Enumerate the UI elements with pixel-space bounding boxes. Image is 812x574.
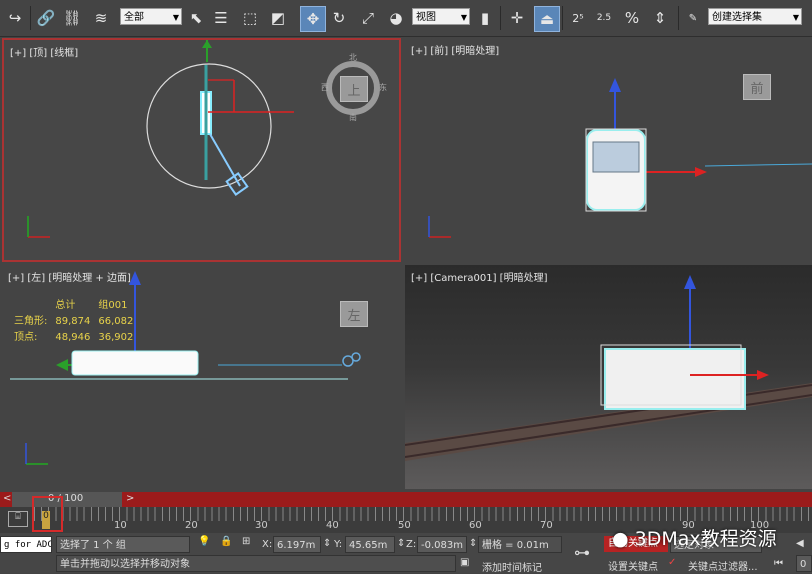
named-selection-value: 创建选择集	[712, 12, 762, 23]
top-view-scene	[27, 40, 380, 238]
y-spinner-icon[interactable]: ⇕	[397, 538, 405, 549]
redo-icon[interactable]: ↪	[4, 6, 26, 30]
tick-label: 20	[185, 520, 198, 531]
compass-north: 北	[349, 53, 357, 62]
selection-status: 选择了 1 个 组	[56, 536, 190, 553]
selection-filter-dropdown[interactable]: 全部 ▼	[120, 8, 182, 25]
reference-coord-dropdown[interactable]: 视图 ▼	[412, 8, 470, 25]
snaps-toggle-icon[interactable]: 2⁵	[566, 6, 590, 30]
frame-ruler[interactable]	[34, 507, 812, 521]
viewcube-front[interactable]: 前	[743, 74, 771, 100]
time-tag-icon[interactable]: ▣	[460, 557, 469, 568]
set-key-button[interactable]: 设置关键点	[608, 558, 658, 573]
select-object-icon[interactable]: ⬉	[186, 6, 206, 30]
grid-size: 栅格 = 0.01m	[478, 536, 562, 553]
go-to-start-icon[interactable]: ⏮	[774, 558, 783, 569]
rectangle-region-icon[interactable]: ⬚	[238, 6, 262, 30]
chevron-down-icon: ▼	[792, 13, 799, 22]
chevron-down-icon: ▼	[460, 13, 467, 22]
viewcube-left[interactable]: 左	[340, 301, 368, 327]
viewport-top[interactable]: [+] [顶] [线框] 上 北 西 东 南	[2, 38, 401, 262]
select-and-move-icon[interactable]: ✥	[300, 6, 326, 32]
viewport-front[interactable]: [+] [前] [明暗处理] 前	[405, 38, 812, 262]
add-time-tag[interactable]: 添加时间标记	[482, 559, 542, 574]
current-frame-field[interactable]: 0	[796, 555, 812, 572]
prev-key-icon[interactable]: ◀	[796, 538, 804, 549]
select-by-name-icon[interactable]: ☰	[210, 6, 232, 30]
selection-filter-value: 全部	[124, 12, 144, 23]
maxscript-listener[interactable]: g for ADC	[0, 536, 52, 553]
prev-frame-icon[interactable]: <	[3, 493, 11, 504]
z-spinner-icon[interactable]: ⇕	[469, 538, 477, 549]
tick-label: 50	[398, 520, 411, 531]
left-view-scene	[10, 271, 361, 465]
link-icon[interactable]: 🔗	[34, 6, 58, 30]
tick-label: 40	[326, 520, 339, 531]
x-label: X:	[262, 539, 273, 550]
tick-label: 30	[255, 520, 268, 531]
x-coordinate-field[interactable]: 6.197m	[273, 536, 321, 553]
front-view-scene	[428, 78, 812, 238]
check-icon: ✓	[668, 557, 677, 568]
absolute-mode-icon[interactable]: ⊞	[242, 536, 250, 547]
time-slider[interactable]: < 0 / 100 >	[0, 492, 812, 507]
select-and-rotate-icon[interactable]: ↻	[328, 6, 350, 30]
viewport-left[interactable]: [+] [左] [明暗处理 + 边面] 总计 组001 三角形: 89,874 66,…	[2, 265, 401, 489]
mini-curve-editor-icon[interactable]: ⌸	[8, 511, 28, 527]
window-crossing-icon[interactable]: ◩	[266, 6, 290, 30]
watermark: ● 3DMax教程资源	[612, 524, 777, 551]
spinner-snap-icon[interactable]: ⇕	[648, 6, 672, 30]
named-selection-dropdown[interactable]: 创建选择集 ▼	[708, 8, 802, 25]
pivot-center-icon[interactable]: ▮	[474, 6, 496, 30]
unlink-icon[interactable]: ⛓	[60, 6, 84, 30]
tick-label: 70	[540, 520, 553, 531]
y-coordinate-field[interactable]: 45.65m	[345, 536, 395, 553]
main-toolbar: ↪ 🔗 ⛓ ≋ 全部 ▼ ⬉ ☰ ⬚ ◩ ✥ ↻ ⤢ ◕ 视图 ▼ ▮ ✛ ⏏ 2⁵…	[0, 0, 812, 37]
wechat-icon: ●	[612, 528, 629, 550]
angle-snap-label: 2.5	[596, 13, 612, 23]
isolate-icon[interactable]: 💡	[198, 536, 210, 547]
percent-snap-icon[interactable]: %	[620, 6, 644, 30]
next-frame-icon[interactable]: >	[126, 493, 134, 504]
edit-named-selection-icon[interactable]: ✎	[682, 6, 704, 30]
chevron-down-icon: ▼	[172, 13, 179, 22]
camera-view-scene	[405, 275, 812, 461]
percent-snap-label: %	[624, 9, 640, 27]
tick-label: 10	[114, 520, 127, 531]
manipulate-icon[interactable]: ✛	[506, 6, 528, 30]
watermark-text: 3DMax教程资源	[634, 528, 777, 550]
z-label: Z:	[406, 539, 417, 550]
y-label: Y:	[334, 539, 343, 550]
z-coordinate-field[interactable]: -0.083m	[417, 536, 467, 553]
x-spinner-icon[interactable]: ⇕	[323, 538, 331, 549]
keyboard-shortcut-override-icon[interactable]: ⏏	[534, 6, 560, 32]
compass-east: 东	[379, 83, 387, 92]
viewport-camera[interactable]: [+] [Camera001] [明暗处理]	[405, 265, 812, 489]
viewcube-top[interactable]: 上	[340, 76, 368, 102]
reference-coord-value: 视图	[416, 12, 436, 23]
compass-west: 西	[321, 83, 329, 92]
key-icon[interactable]: ⊶	[574, 543, 590, 562]
key-filters-button[interactable]: 关键点过滤器...	[688, 558, 758, 573]
bind-spacewarp-icon[interactable]: ≋	[88, 6, 114, 30]
keyframe-highlight	[32, 496, 63, 532]
select-and-scale-icon[interactable]: ⤢	[356, 6, 380, 30]
compass-south: 南	[349, 113, 357, 122]
placement-icon[interactable]: ◕	[384, 6, 408, 30]
angle-snap-icon[interactable]: 2.5	[592, 6, 616, 30]
tick-label: 60	[469, 520, 482, 531]
prompt-line: 单击并拖动以选择并移动对象	[56, 555, 456, 572]
lock-selection-icon[interactable]: 🔒	[220, 536, 232, 547]
